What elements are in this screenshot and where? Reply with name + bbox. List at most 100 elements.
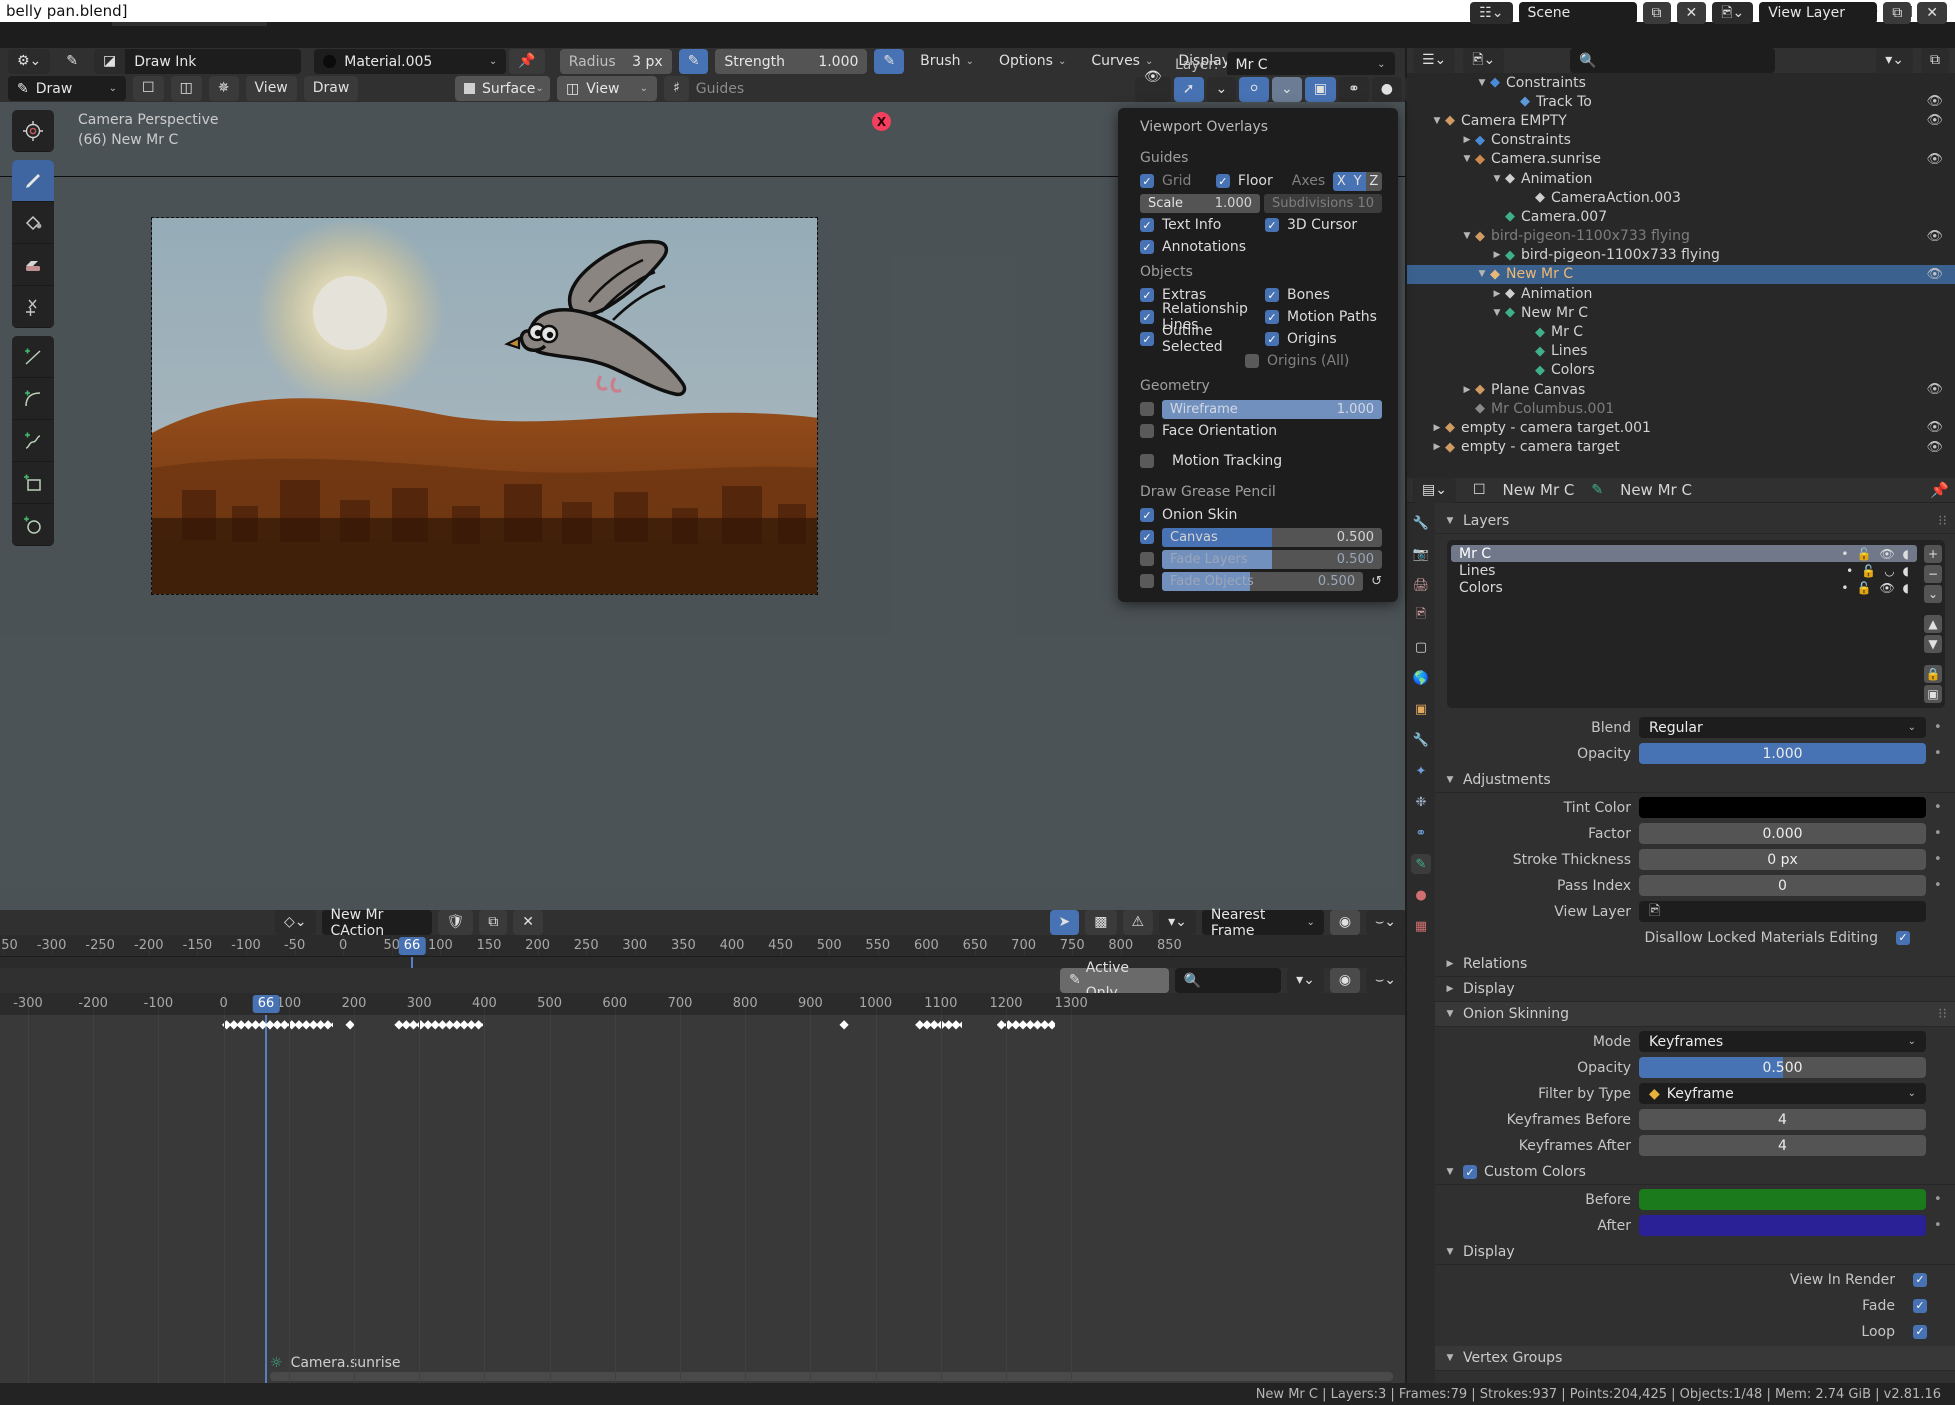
multiframe-icon[interactable]: ◫ (170, 76, 202, 101)
display-collapsed-panel-header[interactable]: ▶ Display (1435, 977, 1955, 1002)
grid-subdivisions-slider[interactable]: Subdivisions 10 (1263, 193, 1382, 213)
pass-index-animate-dot[interactable]: • (1934, 879, 1943, 892)
keyframe-diamond-icon[interactable]: ◆ (452, 1017, 461, 1031)
timeline-editor[interactable]: ◇⌄ New Mr CAction 🛡 ⧉ ✕ ➤ ▩ ⚠ ▾⌄ Nearest… (0, 907, 1405, 968)
custom-colors-checkbox[interactable]: ✓ (1463, 1165, 1477, 1179)
view-layer-name-field[interactable]: View Layer (1759, 2, 1878, 24)
snap-filter-icon[interactable]: ▾⌄ (1159, 910, 1196, 935)
layer-lock-icon[interactable]: 🔓 (1856, 581, 1871, 595)
fade-layers-slider[interactable]: Fade Layers 0.500 (1162, 549, 1382, 569)
factor-animate-dot[interactable]: • (1934, 827, 1943, 840)
erase-tool-button[interactable] (12, 244, 54, 286)
circle-tool-button[interactable] (12, 504, 54, 546)
duplicate-action-icon[interactable]: ⧉ (479, 910, 508, 935)
outliner-tree[interactable]: ▼ ◆ Constraints ◆ Track To 👁 ▼ ◆ Camera EMPTY 👁 ▶ ◆… (1407, 73, 1955, 478)
outliner-row[interactable]: ◆ CameraAction.003 (1407, 188, 1955, 207)
outliner-row[interactable]: ▼ ◆ Animation (1407, 169, 1955, 188)
grid-scale-slider[interactable]: Scale 1.000 (1140, 193, 1260, 213)
outliner-row[interactable]: ▼ ◆ Camera.sunrise 👁 (1407, 150, 1955, 169)
display-panel-header[interactable]: ▼ Display (1435, 1240, 1955, 1265)
layer-lock-icon[interactable]: 🔓 (1861, 564, 1876, 578)
draw-mode-select[interactable]: ✎ Draw ⌄ (8, 76, 126, 101)
keyframe-diamond-icon[interactable]: ◆ (1018, 1017, 1027, 1031)
outliner-search-input[interactable]: 🔍 (1570, 48, 1776, 73)
keyframe-diamond-icon[interactable]: ◆ (922, 1017, 931, 1031)
cursor-tool-button[interactable] (12, 110, 54, 152)
outliner-row[interactable]: ▶ ◆ Constraints (1407, 131, 1955, 150)
keyframe-diamond-icon[interactable]: ◆ (467, 1017, 476, 1031)
outliner-row[interactable]: ◆ Lines (1407, 342, 1955, 361)
stroke-thickness-field[interactable]: 0 px (1639, 849, 1926, 870)
blend-select[interactable]: Regular ⌄ (1639, 717, 1926, 738)
layer-onion-icon[interactable]: ◖ (1903, 547, 1909, 561)
outliner-row[interactable]: ◆ Camera.007 (1407, 207, 1955, 226)
dopesheet-editor[interactable]: ✎ Active Only 🔍 ▾⌄ ◉ ⌣⌄ -300 -200 -100 0 100… (0, 960, 1405, 1383)
warning-icon[interactable]: ⚠ (1122, 910, 1154, 935)
axis-z-toggle[interactable]: Z (1365, 171, 1382, 191)
snap-mode-select[interactable]: Nearest Frame ⌄ (1201, 907, 1324, 939)
fade-layers-checkbox[interactable] (1140, 552, 1154, 566)
outliner-row[interactable]: ▶ ◆ empty - camera target 👁 (1407, 438, 1955, 457)
gizmo-toggle[interactable]: ➚ (1173, 77, 1204, 102)
opacity-animate-dot[interactable]: • (1934, 747, 1943, 760)
keyframe-diamond-icon[interactable]: ◆ (431, 1017, 440, 1031)
keyframe-diamond-icon[interactable]: ◆ (345, 1017, 354, 1031)
onion-before-color-swatch[interactable] (1639, 1189, 1926, 1210)
keyframe-diamond-icon[interactable]: ◆ (997, 1017, 1006, 1031)
dopesheet-keyframe-area[interactable]: ☼ Camera.sunrise ◆◆◆◆◆◆◆◆◆◆◆◆◆◆◆ ◆ ◆◆◆ ◆◆◆◆… (0, 1015, 1405, 1383)
chevron-down-icon[interactable]: ▼ (1476, 269, 1488, 279)
guides-icon[interactable]: ♯ (664, 76, 689, 101)
viewport-overlays-popup[interactable]: Viewport Overlays Guides ✓ Grid ✓ Floor … (1118, 108, 1398, 602)
keyframe-diamond-icon[interactable]: ◆ (309, 1017, 318, 1031)
playhead-frame-indicator[interactable]: 66 (398, 937, 426, 955)
brush-pencil-icon[interactable]: ✎ (57, 49, 87, 74)
relations-panel-header[interactable]: ▶ Relations (1435, 952, 1955, 977)
draw-tool-button[interactable] (12, 160, 54, 202)
arc-tool-button[interactable] (12, 378, 54, 420)
keyframe-diamond-icon[interactable]: ◆ (951, 1017, 960, 1031)
brush-menu[interactable]: Brush ⌄ (911, 49, 983, 74)
outliner-row[interactable]: ▼ ◆ Camera EMPTY 👁 (1407, 111, 1955, 130)
properties-editor[interactable]: ▤⌄ ☐ New Mr C ✎ New Mr C 📌 🔧 📷 🖨 🖻 ▢ 🌎 ▣… (1407, 477, 1955, 1383)
onion-mode-select[interactable]: Keyframes ⌄ (1639, 1031, 1926, 1052)
outliner-row[interactable]: ▼ ◆ New Mr C 👁 (1407, 264, 1955, 285)
active-only-toggle[interactable]: ✎ Active Only (1060, 960, 1169, 1001)
keyframe-diamond-icon[interactable]: ◆ (244, 1017, 253, 1031)
scene-browse-icon[interactable]: ☷⌄ (1470, 2, 1513, 24)
keyframe-summary-row[interactable]: ◆◆◆◆◆◆◆◆◆◆◆◆◆◆◆ ◆ ◆◆◆ ◆◆◆◆◆◆◆◆ ◆ ◆◆◆ ◆◆ ◆◆◆◆◆◆◆… (0, 1017, 1405, 1031)
onion-skin-checkbox[interactable]: ✓ (1140, 508, 1154, 522)
stroke-thickness-animate-dot[interactable]: • (1934, 853, 1943, 866)
view-menu[interactable]: View (245, 76, 297, 101)
outliner-row[interactable]: ▼ ◆ bird-pigeon-1100x733 flying 👁 (1407, 227, 1955, 246)
view-layer-browse-icon[interactable]: 🖻⌄ (1712, 2, 1754, 24)
gizmo-dropdown-icon[interactable]: ⌄ (1206, 77, 1237, 102)
outliner-row[interactable]: ▶ ◆ Plane Canvas 👁 (1407, 380, 1955, 399)
curve-tool-button[interactable] (12, 420, 54, 462)
view-in-render-checkbox[interactable]: ✓ (1913, 1272, 1927, 1287)
hide-in-viewport-icon[interactable]: 👁 (1926, 440, 1943, 455)
outline-selected-checkbox[interactable]: ✓ (1140, 332, 1154, 346)
overlays-toggle[interactable]: ⚪ (1239, 77, 1269, 102)
chevron-down-icon[interactable]: ▼ (1431, 116, 1443, 126)
onion-after-color-swatch[interactable] (1639, 1215, 1926, 1236)
chevron-right-icon[interactable]: ▶ (1431, 423, 1443, 433)
origins-checkbox[interactable]: ✓ (1265, 332, 1279, 346)
dopesheet-keying-icon[interactable]: ⌣⌄ (1366, 968, 1405, 993)
fade-checkbox[interactable]: ✓ (1913, 1298, 1927, 1313)
tab-particles[interactable]: ❉ (1411, 792, 1431, 812)
editor-type-icon[interactable]: ▤⌄ (1413, 477, 1456, 503)
tab-visual-effects[interactable]: ✦ (1411, 761, 1431, 781)
chevron-down-icon[interactable]: ⌄ (109, 83, 117, 94)
annotations-checkbox[interactable]: ✓ (1140, 240, 1154, 254)
factor-slider[interactable]: 0.000 (1639, 823, 1926, 844)
keyframe-diamond-icon[interactable]: ◆ (460, 1017, 469, 1031)
timeline-strip[interactable] (0, 957, 1405, 968)
brush-browse-icon[interactable]: ◪ (94, 49, 126, 74)
breadcrumb-data[interactable]: New Mr C (1620, 481, 1692, 499)
tint-color-animate-dot[interactable]: • (1934, 801, 1943, 814)
action-browse-icon[interactable]: ◇⌄ (275, 910, 316, 935)
tab-material[interactable]: ● (1411, 885, 1431, 905)
onion-filter-select[interactable]: ◆ Keyframe ⌄ (1639, 1083, 1926, 1104)
new-view-layer-icon[interactable]: ⧉ (1883, 2, 1912, 24)
keyframe-diamond-icon[interactable]: ◆ (273, 1017, 282, 1031)
